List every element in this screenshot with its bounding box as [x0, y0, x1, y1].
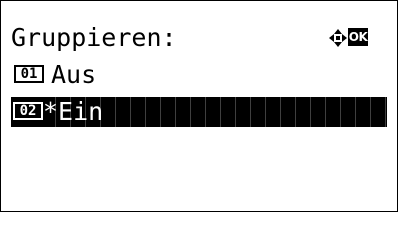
list-item-aus[interactable]: 01 Aus — [11, 60, 387, 90]
option-number-badge: 01 — [14, 65, 44, 83]
option-label: *Ein — [43, 97, 104, 126]
page-title: Gruppieren: — [11, 23, 177, 52]
option-number-badge: 02 — [13, 102, 43, 120]
option-label: Aus — [51, 60, 97, 89]
title-row: Gruppieren: OK — [11, 23, 387, 53]
list-item-ein-selected[interactable]: 02 *Ein — [11, 97, 387, 127]
ok-button-icon[interactable]: OK — [348, 28, 368, 46]
lcd-screen: Gruppieren: OK 01 Aus 02 *Ein — [0, 0, 398, 212]
four-way-arrow-icon — [329, 29, 347, 47]
